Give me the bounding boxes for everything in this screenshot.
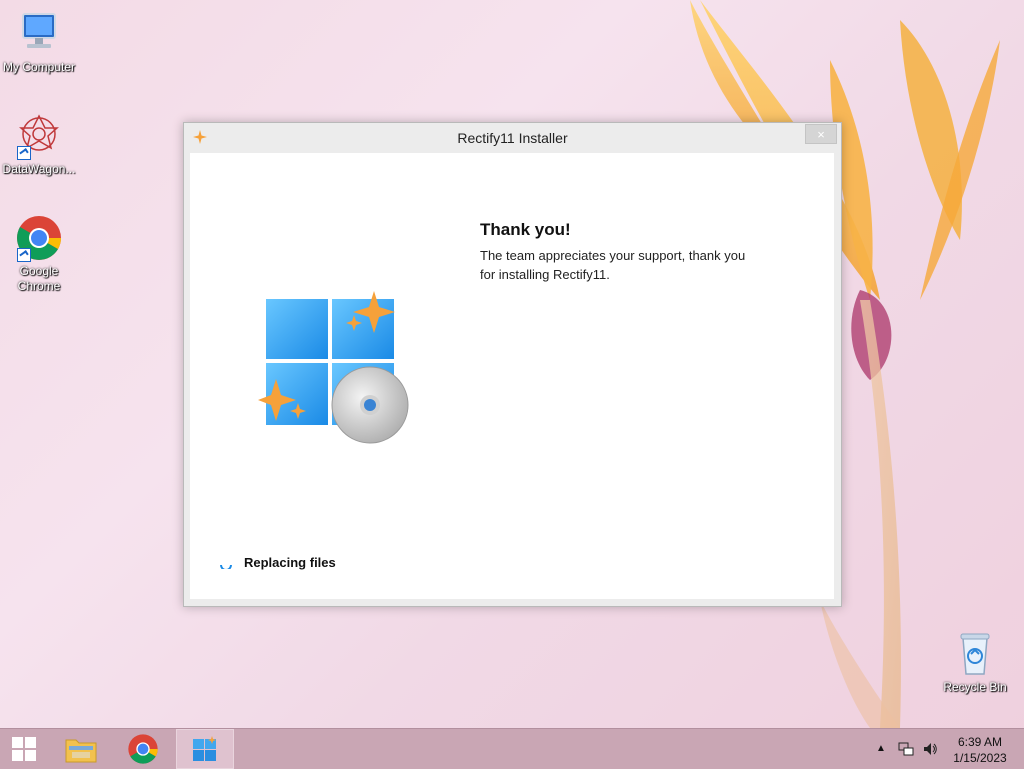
close-icon: × <box>817 126 825 142</box>
desktop-icon-label: DataWagon... <box>2 162 76 176</box>
clock-time: 6:39 AM <box>957 735 1003 749</box>
shortcut-arrow-icon <box>17 248 31 262</box>
computer-icon <box>15 10 63 58</box>
installer-content: Thank you! The team appreciates your sup… <box>190 153 834 599</box>
status-text: Replacing files <box>244 555 336 570</box>
title-bar[interactable]: Rectify11 Installer × <box>184 123 841 153</box>
folder-icon <box>65 739 97 763</box>
desktop-icon-my-computer[interactable]: My Computer <box>0 10 78 75</box>
network-icon[interactable] <box>898 741 914 757</box>
loading-spinner-icon <box>220 564 232 569</box>
desktop-icon-recycle-bin[interactable]: Recycle Bin <box>936 630 1014 695</box>
volume-icon[interactable] <box>922 741 938 757</box>
windows-logo-icon <box>12 737 36 761</box>
tray-expand-button[interactable]: ▲ <box>876 743 886 754</box>
taskbar-rectify11-installer[interactable] <box>176 729 234 769</box>
desktop-icon-datawagon[interactable]: DataWagon... <box>0 112 78 177</box>
rectify11-logo-icon <box>258 291 409 444</box>
close-button[interactable]: × <box>805 124 837 144</box>
rectify11-icon <box>193 736 216 761</box>
chrome-icon <box>15 214 63 262</box>
desktop-icon-label: Google Chrome <box>17 264 61 293</box>
chrome-icon <box>128 734 158 764</box>
installer-window: Rectify11 Installer × Thank you! The tea… <box>183 122 842 607</box>
shortcut-arrow-icon <box>17 146 31 160</box>
page-heading: Thank you! <box>480 220 571 239</box>
datawagon-icon <box>15 112 63 160</box>
desktop-icon-label: Recycle Bin <box>943 680 1007 694</box>
window-title: Rectify11 Installer <box>457 130 568 146</box>
desktop-icon-label: My Computer <box>2 60 76 74</box>
clock-date: 1/15/2023 <box>953 751 1007 765</box>
recycle-bin-icon <box>951 630 999 678</box>
taskbar: ▲ 6:39 AM 1/15/2023 <box>0 728 1024 769</box>
page-description: The team appreciates your support, thank… <box>480 248 746 282</box>
desktop-icon-google-chrome[interactable]: Google Chrome <box>0 214 78 294</box>
taskbar-file-explorer[interactable] <box>52 729 110 769</box>
system-clock[interactable]: 6:39 AM 1/15/2023 <box>946 734 1014 766</box>
start-button[interactable] <box>0 729 48 769</box>
taskbar-google-chrome[interactable] <box>114 729 172 769</box>
